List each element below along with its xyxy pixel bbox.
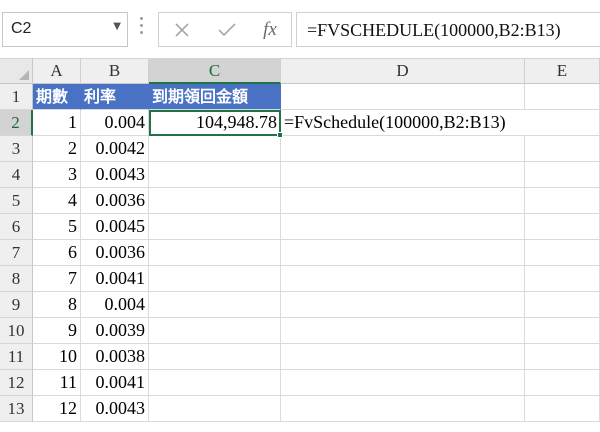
row-header-8[interactable]: 8 bbox=[0, 266, 33, 292]
cell-b7[interactable]: 0.0036 bbox=[81, 240, 149, 266]
cell-c2[interactable]: 104,948.78 bbox=[149, 110, 281, 136]
cell-e4[interactable] bbox=[525, 162, 600, 188]
cell-e5[interactable] bbox=[525, 188, 600, 214]
cell-a7[interactable]: 6 bbox=[33, 240, 81, 266]
row-header-3[interactable]: 3 bbox=[0, 136, 33, 162]
row-header-10[interactable]: 10 bbox=[0, 318, 33, 344]
row-header-1[interactable]: 1 bbox=[0, 84, 33, 110]
cell-d13[interactable] bbox=[281, 396, 525, 422]
column-header-c[interactable]: C bbox=[149, 59, 281, 84]
cell-c11[interactable] bbox=[149, 344, 281, 370]
cell-d4[interactable] bbox=[281, 162, 525, 188]
cell-c8[interactable] bbox=[149, 266, 281, 292]
row-header-2[interactable]: 2 bbox=[0, 110, 33, 136]
cell-b5[interactable]: 0.0036 bbox=[81, 188, 149, 214]
cell-e12[interactable] bbox=[525, 370, 600, 396]
row-header-7[interactable]: 7 bbox=[0, 240, 33, 266]
cell-e1[interactable] bbox=[525, 84, 600, 110]
cell-c7[interactable] bbox=[149, 240, 281, 266]
cell-d8[interactable] bbox=[281, 266, 525, 292]
cell-c5[interactable] bbox=[149, 188, 281, 214]
cell-c4[interactable] bbox=[149, 162, 281, 188]
row-header-13[interactable]: 13 bbox=[0, 396, 33, 422]
cell-e11[interactable] bbox=[525, 344, 600, 370]
check-icon[interactable] bbox=[212, 17, 242, 43]
cell-b9[interactable]: 0.004 bbox=[81, 292, 149, 318]
cell-d1[interactable] bbox=[281, 84, 525, 110]
column-header-b[interactable]: B bbox=[81, 59, 149, 84]
row-header-6[interactable]: 6 bbox=[0, 214, 33, 240]
cell-a12[interactable]: 11 bbox=[33, 370, 81, 396]
cell-d2[interactable]: =FvSchedule(100000,B2:B13) bbox=[281, 110, 525, 136]
cell-e8[interactable] bbox=[525, 266, 600, 292]
cell-c10[interactable] bbox=[149, 318, 281, 344]
formula-input[interactable]: =FVSCHEDULE(100000,B2:B13) bbox=[296, 12, 600, 47]
cell-d7[interactable] bbox=[281, 240, 525, 266]
cell-e10[interactable] bbox=[525, 318, 600, 344]
cell-b10[interactable]: 0.0039 bbox=[81, 318, 149, 344]
cell-e2[interactable] bbox=[525, 110, 600, 136]
formula-bar: C2 ▼ fx =FVSCHEDULE(100000,B2:B13) bbox=[0, 0, 600, 59]
cell-b4[interactable]: 0.0043 bbox=[81, 162, 149, 188]
cell-b12[interactable]: 0.0041 bbox=[81, 370, 149, 396]
cell-b11[interactable]: 0.0038 bbox=[81, 344, 149, 370]
fill-handle[interactable] bbox=[277, 132, 283, 138]
cell-e7[interactable] bbox=[525, 240, 600, 266]
formula-buttons: fx bbox=[158, 12, 292, 47]
cell-d12[interactable] bbox=[281, 370, 525, 396]
name-box[interactable]: C2 ▼ bbox=[2, 12, 128, 47]
cell-b6[interactable]: 0.0045 bbox=[81, 214, 149, 240]
cell-d10[interactable] bbox=[281, 318, 525, 344]
cell-b2[interactable]: 0.004 bbox=[81, 110, 149, 136]
cell-a10[interactable]: 9 bbox=[33, 318, 81, 344]
cell-c13[interactable] bbox=[149, 396, 281, 422]
cell-d11[interactable] bbox=[281, 344, 525, 370]
cell-b3[interactable]: 0.0042 bbox=[81, 136, 149, 162]
cell-a1[interactable]: 期數 bbox=[33, 84, 81, 110]
select-all-button[interactable] bbox=[0, 59, 33, 84]
cell-d6[interactable] bbox=[281, 214, 525, 240]
cell-c9[interactable] bbox=[149, 292, 281, 318]
cell-a9[interactable]: 8 bbox=[33, 292, 81, 318]
cell-a5[interactable]: 4 bbox=[33, 188, 81, 214]
cell-a3[interactable]: 2 bbox=[33, 136, 81, 162]
cell-e6[interactable] bbox=[525, 214, 600, 240]
cell-a13[interactable]: 12 bbox=[33, 396, 81, 422]
column-header-a[interactable]: A bbox=[33, 59, 81, 84]
cell-d5[interactable] bbox=[281, 188, 525, 214]
name-box-value: C2 bbox=[11, 20, 32, 37]
cell-a11[interactable]: 10 bbox=[33, 344, 81, 370]
formula-text: =FVSCHEDULE(100000,B2:B13) bbox=[307, 20, 561, 40]
cell-e13[interactable] bbox=[525, 396, 600, 422]
row-header-9[interactable]: 9 bbox=[0, 292, 33, 318]
cell-b8[interactable]: 0.0041 bbox=[81, 266, 149, 292]
chevron-down-icon[interactable]: ▼ bbox=[113, 21, 121, 32]
cell-c3[interactable] bbox=[149, 136, 281, 162]
close-icon[interactable] bbox=[167, 17, 197, 43]
cell-e9[interactable] bbox=[525, 292, 600, 318]
row-header-4[interactable]: 4 bbox=[0, 162, 33, 188]
cell-a2[interactable]: 1 bbox=[33, 110, 81, 136]
drag-handle-icon[interactable] bbox=[140, 17, 144, 41]
cell-b1[interactable]: 利率 bbox=[81, 84, 149, 110]
column-header-e[interactable]: E bbox=[525, 59, 600, 84]
cell-c6[interactable] bbox=[149, 214, 281, 240]
cell-c12[interactable] bbox=[149, 370, 281, 396]
cell-e3[interactable] bbox=[525, 136, 600, 162]
cell-d9[interactable] bbox=[281, 292, 525, 318]
cell-a6[interactable]: 5 bbox=[33, 214, 81, 240]
cell-c1[interactable]: 到期領回金額 bbox=[149, 84, 281, 110]
row-header-11[interactable]: 11 bbox=[0, 344, 33, 370]
cell-a8[interactable]: 7 bbox=[33, 266, 81, 292]
insert-function-button[interactable]: fx bbox=[255, 17, 285, 43]
row-header-12[interactable]: 12 bbox=[0, 370, 33, 396]
cell-b13[interactable]: 0.0043 bbox=[81, 396, 149, 422]
cell-a4[interactable]: 3 bbox=[33, 162, 81, 188]
cell-d3[interactable] bbox=[281, 136, 525, 162]
column-header-d[interactable]: D bbox=[281, 59, 525, 84]
row-header-5[interactable]: 5 bbox=[0, 188, 33, 214]
